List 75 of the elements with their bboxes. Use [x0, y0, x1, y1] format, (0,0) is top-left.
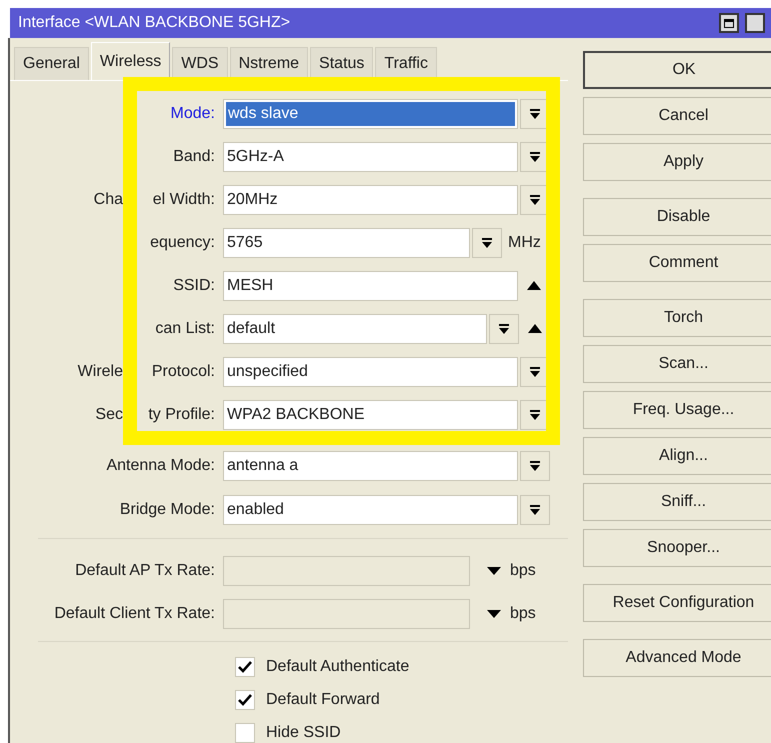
close-button[interactable]: [745, 13, 765, 33]
input-field[interactable]: 5GHz-A: [223, 142, 518, 172]
dropdown-icon: [481, 236, 493, 248]
collapse-arrow-icon[interactable]: [528, 324, 542, 333]
field-label: SSID:: [173, 276, 215, 294]
dropdown-icon: [529, 150, 541, 162]
unit-label: bps: [510, 562, 536, 580]
field-label: can List:: [155, 320, 215, 338]
dropdown-button[interactable]: [520, 495, 550, 525]
field-label: Default AP Tx Rate:: [74, 562, 215, 580]
dropdown-icon: [529, 366, 541, 378]
window-title: Interface <WLAN BACKBONE 5GHZ>: [18, 14, 292, 32]
checkbox[interactable]: [235, 656, 255, 676]
dialog-button[interactable]: OK: [583, 51, 771, 89]
dropdown-icon: [529, 194, 541, 206]
tab[interactable]: Traffic: [375, 47, 437, 80]
tab[interactable]: Nstreme: [230, 47, 308, 80]
dialog-button[interactable]: Torch: [583, 299, 771, 337]
checkbox[interactable]: [235, 722, 255, 742]
dropdown-icon: [529, 408, 541, 420]
dropdown-button[interactable]: [489, 314, 519, 344]
unit-label: MHz: [508, 234, 541, 252]
field-label: Bridge Mode:: [118, 501, 215, 519]
tab[interactable]: WDS: [172, 47, 228, 80]
dropdown-arrow-icon[interactable]: [487, 566, 501, 574]
unit-label: bps: [510, 604, 536, 622]
dropdown-icon: [529, 108, 541, 120]
dropdown-button[interactable]: [520, 451, 550, 481]
dropdown-icon: [498, 322, 510, 334]
field-label: Default Client Tx Rate:: [53, 604, 215, 622]
input-field[interactable]: unspecified: [223, 356, 518, 386]
field-label: Cha: [94, 190, 123, 208]
field-label: equency:: [150, 234, 215, 252]
field-label: Protocol:: [152, 362, 215, 380]
tab[interactable]: General: [14, 47, 89, 80]
input-field[interactable]: enabled: [223, 495, 518, 525]
dialog-button[interactable]: Align...: [583, 437, 771, 475]
input-field[interactable]: 20MHz: [223, 184, 518, 214]
dialog-button[interactable]: Snooper...: [583, 529, 771, 567]
collapse-arrow-icon[interactable]: [527, 281, 541, 290]
field-label: Antenna Mode:: [105, 457, 215, 475]
dialog-button[interactable]: Reset Configuration: [583, 584, 771, 622]
input-field[interactable]: MESH: [223, 270, 518, 300]
dropdown-arrow-icon[interactable]: [487, 610, 501, 618]
field-label: Wirele: [78, 362, 123, 380]
dialog-button[interactable]: Apply: [583, 143, 771, 181]
dialog-button[interactable]: Freq. Usage...: [583, 391, 771, 429]
input-field[interactable]: [223, 598, 470, 628]
input-field[interactable]: wds slave: [223, 98, 518, 128]
dropdown-icon: [529, 504, 541, 516]
dialog-button[interactable]: Cancel: [583, 97, 771, 135]
checkbox-label: Default Forward: [266, 690, 380, 708]
field-label: el Width:: [152, 190, 215, 208]
checkbox[interactable]: [235, 690, 255, 710]
field-label: Band:: [173, 148, 215, 166]
tab[interactable]: Wireless: [90, 42, 170, 80]
input-field[interactable]: [223, 556, 470, 586]
maximize-button[interactable]: [719, 13, 739, 33]
dropdown-icon: [529, 460, 541, 472]
checkbox-label: Default Authenticate: [266, 658, 410, 676]
checkbox-label: Hide SSID: [266, 724, 341, 742]
dialog-button[interactable]: Advanced Mode: [583, 639, 771, 677]
dialog-button[interactable]: Comment: [583, 244, 771, 282]
field-label: ty Profile:: [148, 406, 215, 424]
dialog-button[interactable]: Sniff...: [583, 483, 771, 521]
input-field[interactable]: default: [223, 314, 487, 344]
field-label: Sec: [95, 406, 123, 424]
dialog-button[interactable]: Scan...: [583, 345, 771, 383]
field-label: Mode:: [170, 104, 215, 122]
input-field[interactable]: antenna a: [223, 451, 518, 481]
input-field[interactable]: WPA2 BACKBONE: [223, 400, 518, 430]
dialog-button[interactable]: Disable: [583, 198, 771, 236]
input-field[interactable]: 5765: [223, 228, 470, 258]
dropdown-button[interactable]: [472, 228, 502, 258]
tab[interactable]: Status: [310, 47, 374, 80]
